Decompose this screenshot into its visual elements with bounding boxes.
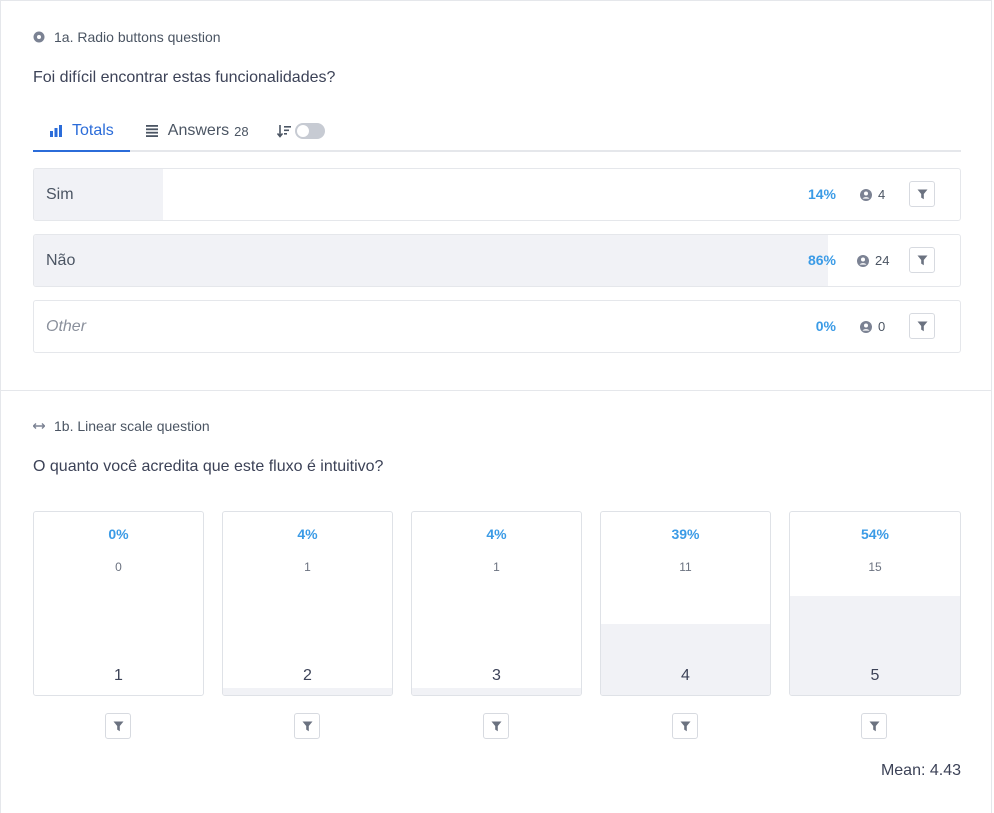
question-text: O quanto você acredita que este fluxo é … — [33, 458, 384, 475]
scale-option-2: 4% 1 2 — [222, 511, 393, 696]
option-label: Other — [46, 318, 87, 335]
scale-value: 1 — [114, 667, 123, 684]
options-list: Sim 14% 4 Não 86% 24 Other 0% 0 — [33, 168, 961, 353]
filter-button[interactable] — [909, 313, 935, 339]
radio-icon — [33, 31, 45, 43]
scale-option-1: 0% 0 1 — [33, 511, 204, 696]
filter-icon — [302, 721, 312, 731]
question-text: Foi difícil encontrar estas funcionalida… — [33, 69, 336, 86]
scale-count: 0 — [115, 560, 122, 574]
option-respondent-count: 4 — [878, 187, 886, 202]
filter-icon — [491, 721, 501, 731]
scale-value: 2 — [303, 667, 312, 684]
sort-control — [276, 112, 325, 150]
filter-icon — [917, 189, 927, 199]
section-divider — [1, 390, 991, 391]
scale-value: 3 — [492, 667, 501, 684]
filter-icon — [917, 321, 927, 331]
option-label: Não — [46, 252, 76, 269]
scale-percent: 54% — [860, 526, 890, 542]
answers-count: 28 — [234, 123, 249, 139]
mean-value: Mean: 4.43 — [880, 762, 961, 779]
user-icon — [857, 254, 869, 267]
question-type: 1a. Radio buttons question — [33, 28, 961, 46]
filter-button[interactable] — [861, 713, 887, 739]
option-respondent-count: 24 — [875, 253, 890, 268]
question-type-label: 1b. Linear scale question — [54, 418, 210, 434]
scale-percent: 4% — [486, 526, 507, 542]
arrows-horizontal-icon — [33, 420, 45, 432]
user-icon — [860, 188, 872, 201]
filter-button[interactable] — [672, 713, 698, 739]
filter-icon — [113, 721, 123, 731]
scale-value: 5 — [870, 667, 880, 684]
tab-totals-label: Totals — [72, 122, 114, 139]
list-icon — [145, 125, 159, 137]
sort-icon[interactable] — [276, 124, 291, 138]
option-bar — [34, 235, 828, 286]
filter-button[interactable] — [909, 181, 935, 207]
sort-toggle[interactable] — [294, 123, 325, 139]
tab-answers-label: Answers — [167, 122, 230, 139]
scale-percent: 39% — [671, 526, 700, 542]
scale-bar — [412, 688, 581, 695]
scale-count: 1 — [493, 560, 500, 574]
filter-icon — [917, 255, 927, 265]
scale-option-4: 39% 11 4 — [600, 511, 771, 696]
scale-value: 4 — [681, 667, 690, 684]
scale-option-5: 54% 15 5 — [789, 511, 961, 696]
scale-bar — [223, 688, 392, 695]
filter-button[interactable] — [483, 713, 509, 739]
question-type-label: 1a. Radio buttons question — [54, 29, 221, 45]
scale-count: 11 — [679, 560, 692, 574]
filter-button[interactable] — [294, 713, 320, 739]
question-1a: 1a. Radio buttons question — [33, 28, 961, 46]
tab-answers[interactable]: Answers 28 — [130, 112, 265, 150]
user-icon — [860, 320, 872, 333]
option-respondents: 0 — [860, 301, 885, 352]
scale-percent: 0% — [108, 526, 129, 542]
option-row-other: Other 0% 0 — [33, 300, 961, 353]
option-respondent-count: 0 — [878, 319, 886, 334]
question-1b: 1b. Linear scale question — [33, 417, 961, 435]
option-row: Sim 14% 4 — [33, 168, 961, 221]
option-respondents: 4 — [860, 169, 885, 220]
option-percent: 0% — [815, 318, 836, 334]
scale-count: 15 — [868, 560, 882, 574]
filter-icon — [680, 721, 690, 731]
scale-percent: 4% — [297, 526, 318, 542]
filter-button[interactable] — [105, 713, 131, 739]
scale-count: 1 — [304, 560, 311, 574]
results-tabs: Totals Answers 28 — [33, 112, 961, 152]
filter-icon — [869, 721, 879, 731]
filter-button[interactable] — [909, 247, 935, 273]
option-row: Não 86% 24 — [33, 234, 961, 287]
option-percent: 14% — [807, 186, 836, 202]
option-percent: 86% — [807, 252, 836, 268]
bar-chart-icon — [49, 125, 63, 137]
option-respondents: 24 — [857, 235, 889, 286]
question-type: 1b. Linear scale question — [33, 417, 961, 435]
tab-totals[interactable]: Totals — [33, 112, 130, 152]
option-label: Sim — [46, 186, 74, 203]
scale-option-3: 4% 1 3 — [411, 511, 582, 696]
